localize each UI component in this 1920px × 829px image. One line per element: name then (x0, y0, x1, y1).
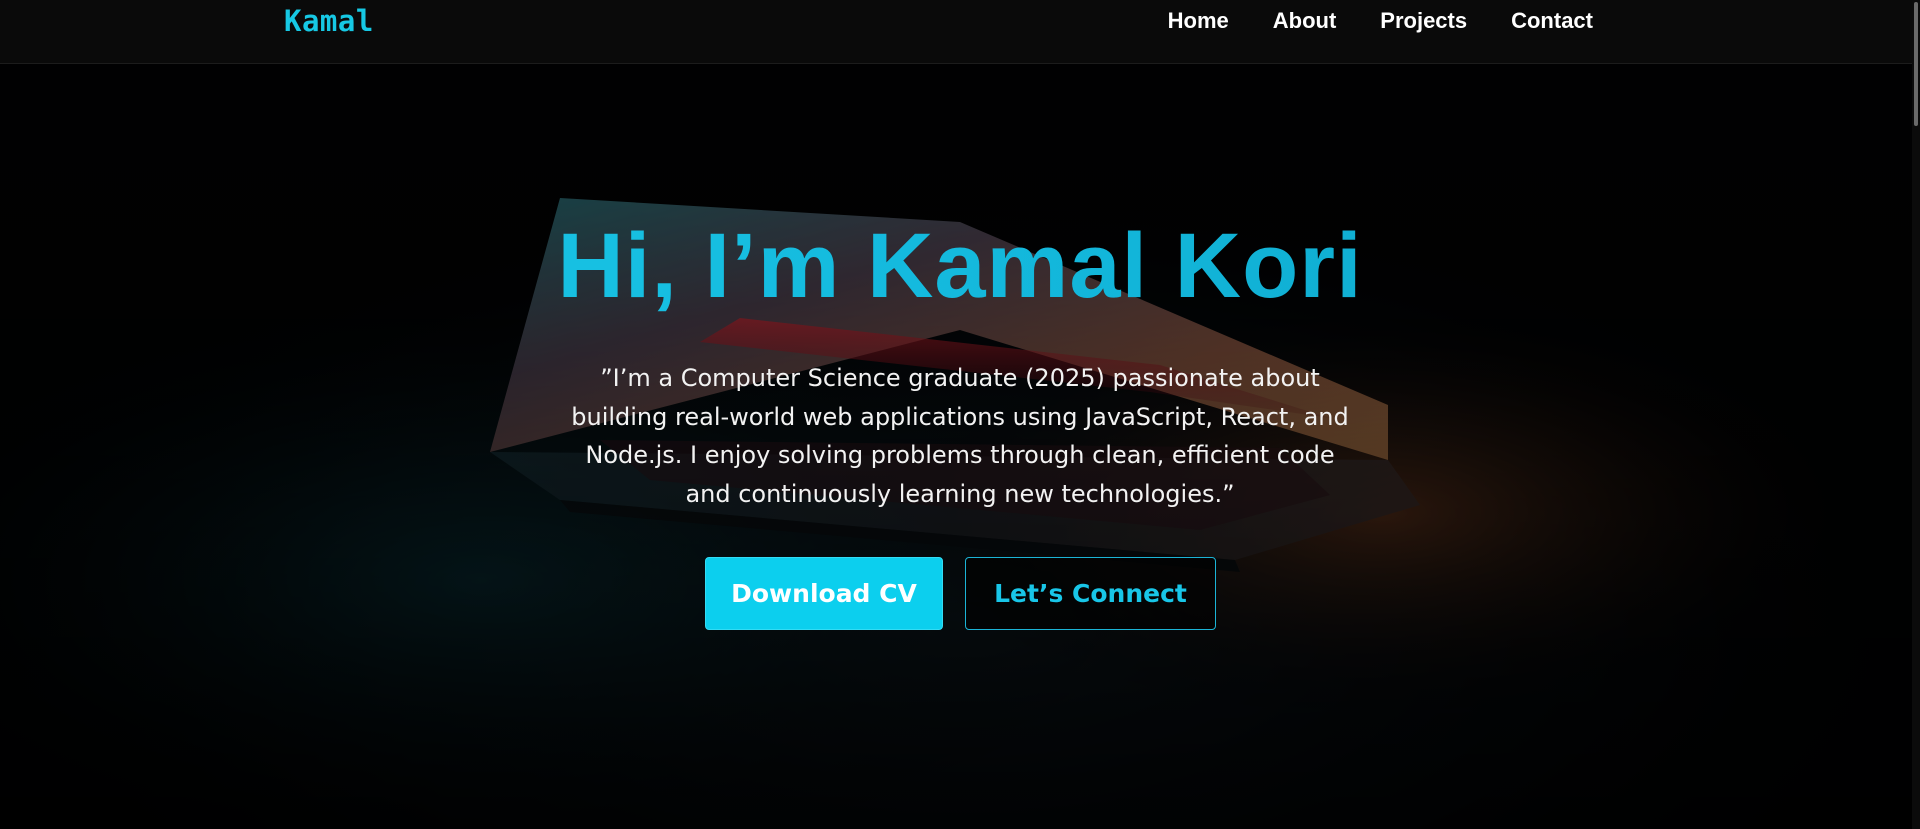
nav-link-contact[interactable]: Contact (1511, 8, 1593, 34)
nav-link-home[interactable]: Home (1168, 8, 1229, 34)
scrollbar-thumb[interactable] (1914, 2, 1918, 126)
hero-bio: ”I’m a Computer Science graduate (2025) … (571, 364, 1349, 508)
nav-links: Home About Projects Contact (1168, 8, 1593, 34)
download-cv-button[interactable]: Download CV (705, 557, 943, 630)
page-scrollbar[interactable] (1912, 0, 1920, 829)
hero-button-row: Download CV Let’s Connect (705, 557, 1216, 630)
page: Kamal Home About Projects Contact Hi, I’… (0, 0, 1920, 829)
lets-connect-button[interactable]: Let’s Connect (965, 557, 1216, 630)
brand-logo-link[interactable]: Kamal (284, 4, 374, 38)
hero-title: Hi, I’m Kamal Kori (0, 206, 1920, 326)
nav-link-about[interactable]: About (1273, 8, 1337, 34)
nav-link-projects[interactable]: Projects (1380, 8, 1467, 34)
hero-section: Hi, I’m Kamal Kori ”I’m a Computer Scien… (0, 0, 1920, 829)
top-navbar: Kamal Home About Projects Contact (0, 0, 1920, 64)
